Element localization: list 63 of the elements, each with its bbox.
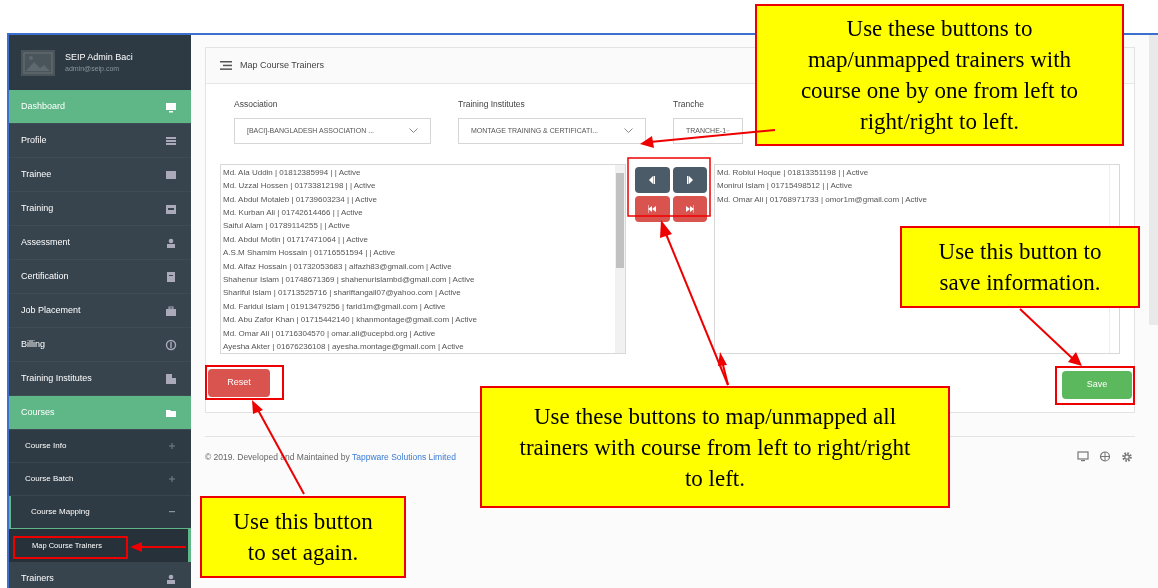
transfer-button[interactable] xyxy=(635,195,670,222)
arrow xyxy=(1019,308,1082,366)
trainer-option[interactable]: Saiful Alam | 01789114255 | | Active xyxy=(223,219,615,233)
trainer-option[interactable]: Shahenur Islam | 01748671369 | shahenurislambd@gmail.com | Active xyxy=(223,273,615,287)
scrollbar[interactable] xyxy=(615,164,625,353)
network-icon[interactable] xyxy=(1099,451,1111,463)
monitor-icon xyxy=(165,100,177,113)
person-icon xyxy=(165,236,177,249)
callout: Use this button to save information. xyxy=(900,226,1140,308)
card-icon xyxy=(165,168,177,181)
trainer-option[interactable]: Md. Ala Uddin | 01812385994 | | Active xyxy=(223,165,615,180)
trainer-option[interactable]: Md. Kurban Ali | 01742614466 | | Active xyxy=(223,205,615,220)
arrow xyxy=(130,542,187,552)
monitor-icon[interactable] xyxy=(1077,451,1089,463)
sidebar-subitem[interactable]: Course Mapping xyxy=(9,496,191,529)
trainer-option[interactable]: Md. Robiul Hoque | 01813351198 | | Active xyxy=(717,165,1109,180)
briefcase-icon xyxy=(165,304,177,317)
double-arrow-icon xyxy=(685,204,694,213)
footer-link[interactable]: Tappware Solutions Limited xyxy=(351,452,456,462)
chevron-down-icon xyxy=(624,128,633,134)
double-arrow-icon xyxy=(648,204,657,213)
page-scrollbar[interactable] xyxy=(1149,35,1158,325)
trainer-option[interactable]: Md. Faridul Islam | 01913479256 | farid1m@gmail.com | Active xyxy=(223,299,615,314)
trainer-option[interactable]: Md. Abdul Motaleb | 01739603234 | | Active xyxy=(223,192,615,206)
callout: Use these buttons to map/unmapped all trainers with course from left to right/right to left. xyxy=(480,386,950,508)
callout: Use these buttons to map/unmapped trainers with course one by one from left to right/right to left. xyxy=(755,4,1124,146)
transfer-button[interactable] xyxy=(672,195,707,222)
avatar-image-icon xyxy=(21,49,55,76)
field-label: Tranche xyxy=(673,98,704,111)
step-arrow-icon xyxy=(648,175,657,184)
document-icon xyxy=(165,270,177,283)
step-arrow-icon xyxy=(685,175,694,184)
transfer-button[interactable] xyxy=(635,166,670,193)
building-icon xyxy=(165,372,177,385)
trainer-option[interactable]: Md. Abdul Motin | 01717471064 | | Active xyxy=(223,232,615,247)
trainer-option[interactable]: Md. Omar Ali | 01768971733 | omor1m@gmail.com | Active xyxy=(717,192,1109,206)
chevron-down-icon xyxy=(726,128,730,134)
callout: Use this button to set again. xyxy=(200,496,406,578)
trainer-option[interactable]: Md. Alfaz Hossain | 01732053683 | alfazh83@gmail.com | Active xyxy=(223,259,615,273)
sidebar-subitem[interactable]: Course Info xyxy=(9,430,191,463)
transfer-button[interactable] xyxy=(672,166,707,193)
coin-icon xyxy=(165,338,177,351)
trainer-option[interactable]: Shariful Islam | 01713525716 | shariftangail07@yahoo.com | Active xyxy=(223,286,615,300)
reset-button[interactable]: Reset xyxy=(208,368,270,397)
person-icon xyxy=(165,572,177,585)
trainer-option[interactable]: A.S.M Shamim Hossain | 01716551594 | | Active xyxy=(223,246,615,260)
sidebar-subitem[interactable]: Course Batch xyxy=(9,463,191,496)
trainer-option[interactable]: Md. Omar Ali | 01716304570 | omar.ali@ucepbd.org | Active xyxy=(223,326,615,341)
list-icon xyxy=(220,61,232,70)
settings-icon[interactable] xyxy=(1121,451,1133,464)
trainer-list[interactable] xyxy=(220,163,626,354)
chevron-down-icon xyxy=(409,128,418,134)
trainer-option[interactable]: Monirul Islam | 01715498512 | | Active xyxy=(717,179,1109,193)
trainer-option[interactable]: Md. Abu Zafor Khan | 01715442140 | khanmontage@gmail.com | Active xyxy=(223,313,615,327)
scroll-thumb[interactable] xyxy=(616,172,624,268)
user-name: SEIP Admin Baci xyxy=(65,50,133,64)
field-label: Training Institutes xyxy=(458,98,525,111)
trainer-option[interactable]: Md. Uzzal Hossen | 01733812198 | | Active xyxy=(223,179,615,193)
panel-title: Map Course Trainers xyxy=(240,58,325,72)
field-label: Association xyxy=(234,98,278,111)
calendar-icon xyxy=(165,202,177,215)
list-icon xyxy=(165,134,177,147)
trainer-option[interactable]: Ayesha Akter | 01676236108 | ayesha.montage@gmail.com | Active xyxy=(223,340,615,354)
